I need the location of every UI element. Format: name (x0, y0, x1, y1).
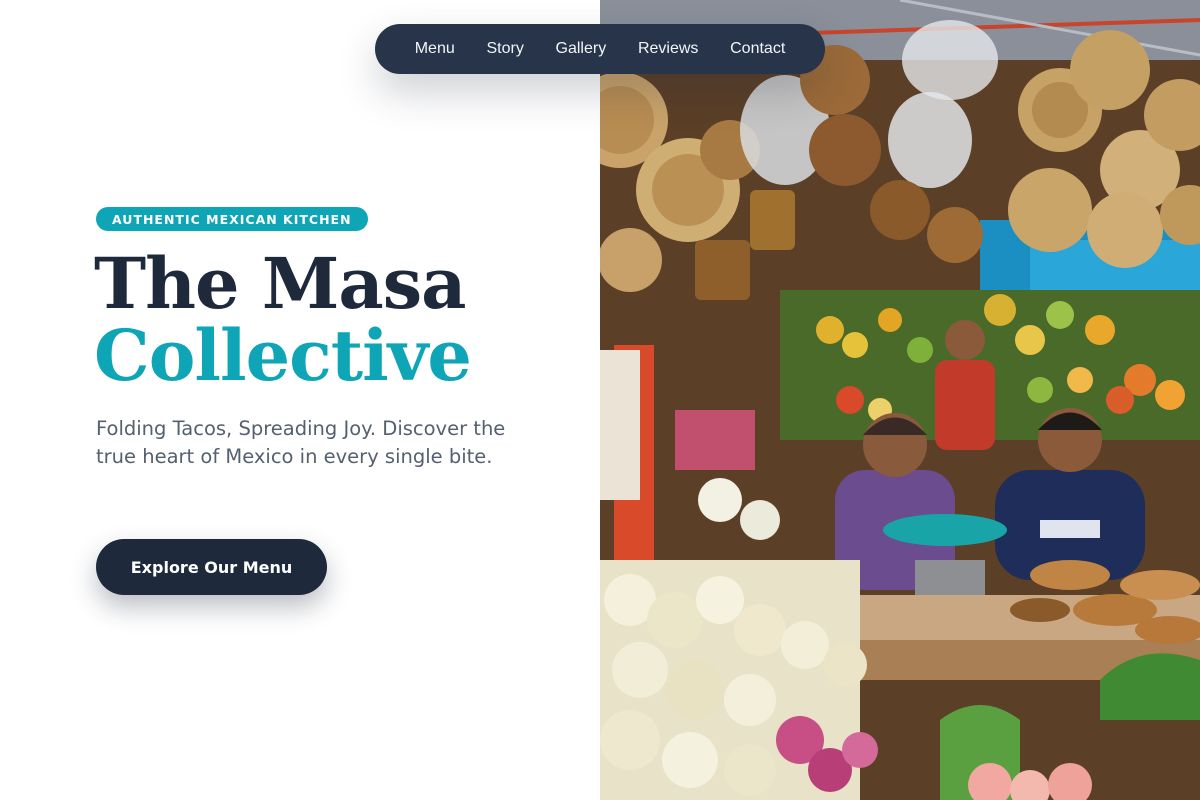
hero-image (600, 0, 1200, 800)
hero-subtitle: Folding Tacos, Spreading Joy. Discover t… (96, 417, 506, 468)
main-nav: Menu Story Gallery Reviews Contact (375, 24, 825, 74)
nav-reviews-link[interactable]: Reviews (638, 40, 698, 58)
nav-story-link[interactable]: Story (486, 40, 523, 58)
hero-title-line-2: Collective (94, 314, 472, 397)
hero-title: The Masa Collective (94, 242, 472, 397)
market-scene-illustration (600, 0, 1200, 800)
nav-contact-link[interactable]: Contact (730, 40, 785, 58)
hero-title-line-1: The Masa (94, 242, 466, 325)
nav-gallery-link[interactable]: Gallery (556, 40, 607, 58)
explore-menu-button[interactable]: Explore Our Menu (96, 539, 327, 595)
hero-badge: AUTHENTIC MEXICAN KITCHEN (96, 207, 368, 231)
nav-menu-link[interactable]: Menu (415, 40, 455, 58)
